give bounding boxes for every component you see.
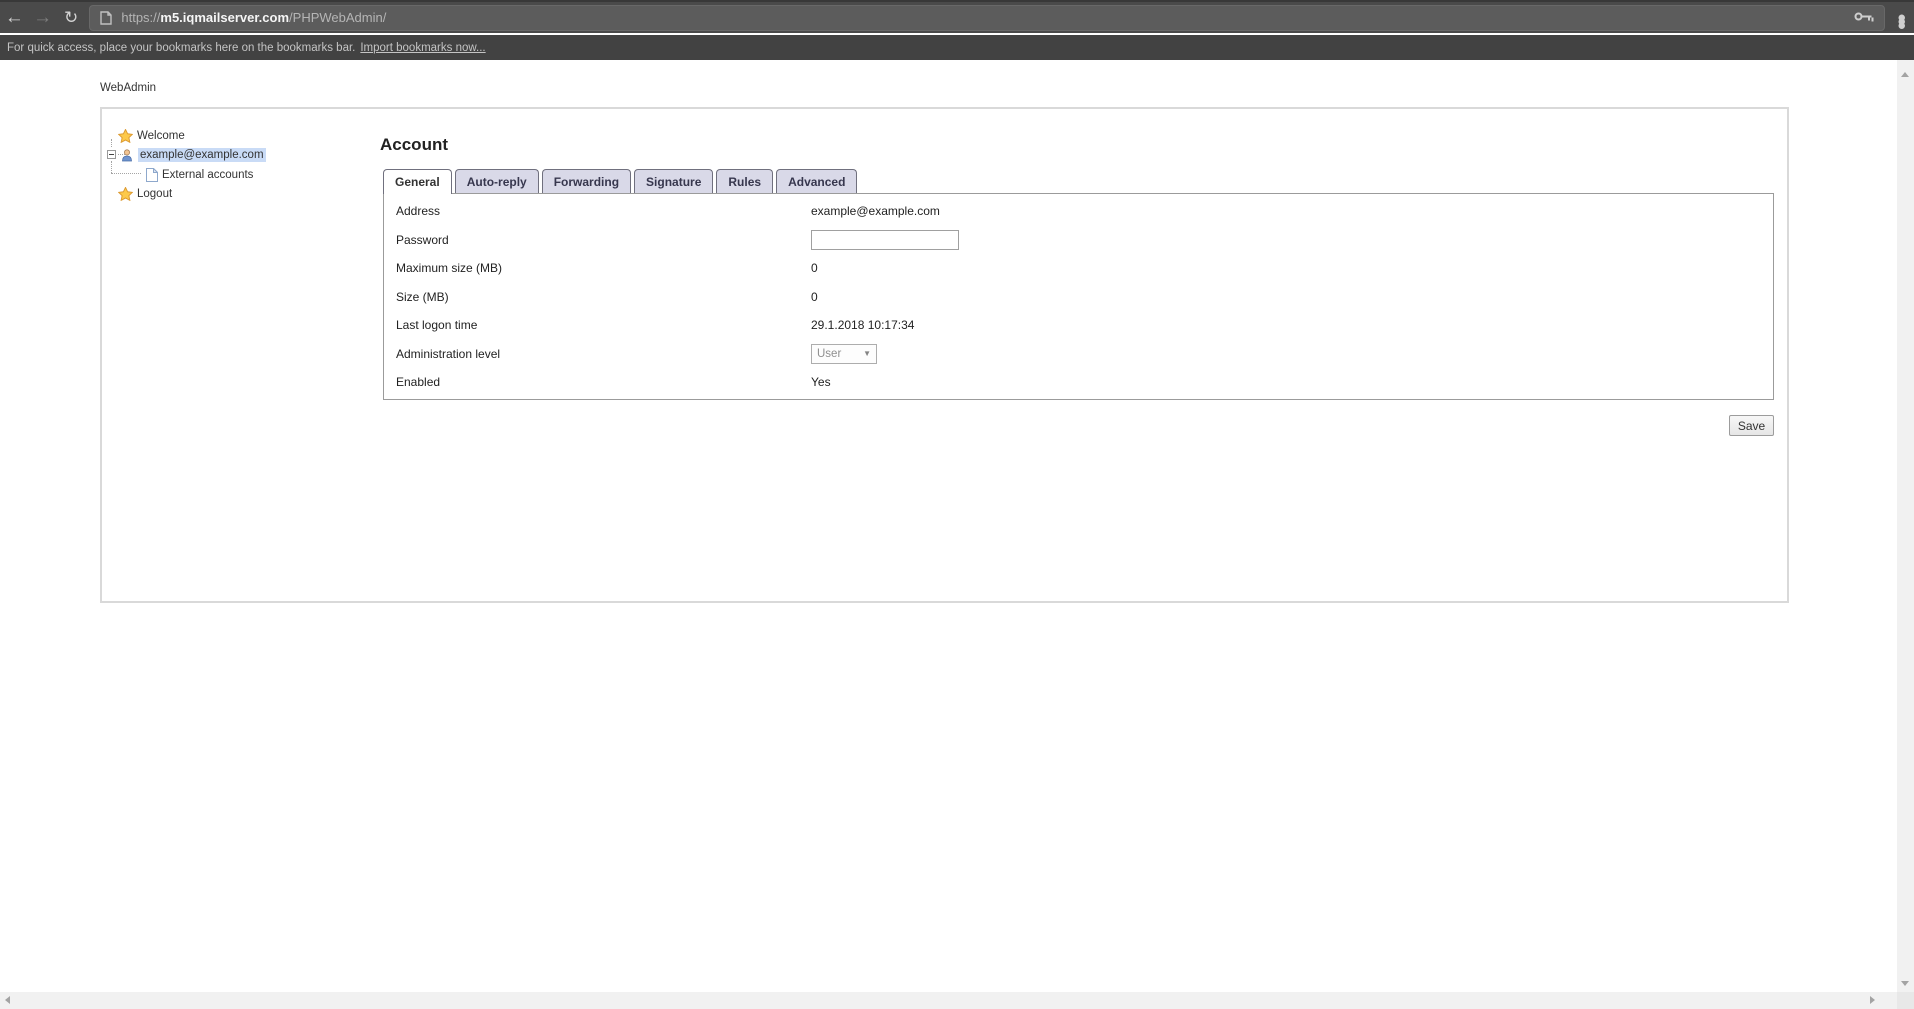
- field-row-size: Size (MB) 0: [384, 283, 1773, 312]
- scrollbar-corner: [1897, 992, 1914, 1009]
- scroll-left-icon[interactable]: [5, 996, 10, 1004]
- tree-item-label: Welcome: [137, 130, 185, 142]
- max-size-value: 0: [811, 261, 1773, 275]
- tab-signature[interactable]: Signature: [634, 169, 713, 193]
- tab-forwarding[interactable]: Forwarding: [542, 169, 631, 193]
- field-label: Last logon time: [396, 318, 811, 332]
- tree-item-account[interactable]: example@example.com: [107, 146, 266, 163]
- bookmarks-bar: For quick access, place your bookmarks h…: [0, 35, 1914, 60]
- tab-auto-reply[interactable]: Auto-reply: [455, 169, 539, 193]
- vertical-scrollbar[interactable]: [1897, 60, 1914, 992]
- tree-item-external-accounts[interactable]: External accounts: [145, 166, 253, 183]
- chevron-down-icon: ▼: [863, 349, 871, 358]
- tree-item-label: Logout: [137, 188, 172, 200]
- back-icon[interactable]: ←: [0, 3, 28, 32]
- page-info-icon[interactable]: [100, 11, 112, 25]
- star-icon: [118, 129, 133, 143]
- document-icon: [145, 168, 158, 182]
- bookmarks-message: For quick access, place your bookmarks h…: [7, 42, 355, 54]
- password-key-icon[interactable]: [1854, 10, 1874, 25]
- tree-connector: [111, 173, 141, 174]
- field-row-address: Address example@example.com: [384, 197, 1773, 226]
- page-title: Account: [380, 135, 448, 155]
- address-bar[interactable]: https://m5.iqmailserver.com/PHPWebAdmin/: [89, 5, 1885, 31]
- import-bookmarks-link[interactable]: Import bookmarks now...: [360, 42, 485, 54]
- field-label: Enabled: [396, 375, 811, 389]
- scroll-right-icon[interactable]: [1870, 996, 1875, 1004]
- tree-item-label: External accounts: [162, 169, 253, 181]
- browser-menu-icon[interactable]: ●●●: [1889, 12, 1914, 24]
- page-body: WebAdmin Welcome example@example.com: [0, 60, 1897, 992]
- size-value: 0: [811, 290, 1773, 304]
- reload-icon[interactable]: ↻: [57, 3, 85, 32]
- field-row-max-size: Maximum size (MB) 0: [384, 254, 1773, 283]
- user-icon: [120, 148, 134, 162]
- field-label: Password: [396, 233, 811, 247]
- field-label: Administration level: [396, 347, 811, 361]
- field-label: Address: [396, 204, 811, 218]
- app-title: WebAdmin: [100, 82, 156, 94]
- field-label: Size (MB): [396, 290, 811, 304]
- url-path: /PHPWebAdmin/: [289, 10, 386, 25]
- password-input[interactable]: [811, 230, 959, 250]
- field-row-enabled: Enabled Yes: [384, 368, 1773, 397]
- tab-advanced[interactable]: Advanced: [776, 169, 857, 193]
- browser-toolbar: ← → ↻ https://m5.iqmailserver.com/PHPWeb…: [0, 0, 1914, 33]
- tree-item-logout[interactable]: Logout: [118, 185, 172, 202]
- address-value: example@example.com: [811, 204, 1773, 218]
- enabled-value: Yes: [811, 375, 1773, 389]
- scroll-up-icon[interactable]: [1901, 72, 1909, 77]
- tab-general[interactable]: General: [383, 169, 452, 194]
- tree-item-welcome[interactable]: Welcome: [118, 127, 185, 144]
- last-logon-value: 29.1.2018 10:17:34: [811, 318, 1773, 332]
- field-row-password: Password: [384, 226, 1773, 255]
- admin-level-select[interactable]: User ▼: [811, 344, 877, 364]
- save-button[interactable]: Save: [1729, 415, 1774, 436]
- tab-rules[interactable]: Rules: [716, 169, 773, 193]
- scroll-down-icon[interactable]: [1901, 981, 1909, 986]
- tab-bar: General Auto-reply Forwarding Signature …: [383, 169, 860, 194]
- url-scheme: https://: [121, 10, 160, 25]
- general-fieldset: Address example@example.com Password Max…: [383, 193, 1774, 400]
- horizontal-scrollbar[interactable]: [0, 992, 1897, 1009]
- collapse-expander-icon[interactable]: [107, 150, 116, 159]
- navigation-tree: Welcome example@example.com External acc…: [102, 109, 372, 601]
- field-label: Maximum size (MB): [396, 261, 811, 275]
- main-panel: Welcome example@example.com External acc…: [100, 107, 1789, 603]
- star-icon: [118, 187, 133, 201]
- selected-option: User: [817, 348, 841, 360]
- tree-item-label-selected: example@example.com: [138, 148, 266, 162]
- url-domain: m5.iqmailserver.com: [160, 10, 289, 25]
- field-row-admin-level: Administration level User ▼: [384, 340, 1773, 369]
- field-row-last-logon: Last logon time 29.1.2018 10:17:34: [384, 311, 1773, 340]
- forward-icon: →: [28, 3, 56, 32]
